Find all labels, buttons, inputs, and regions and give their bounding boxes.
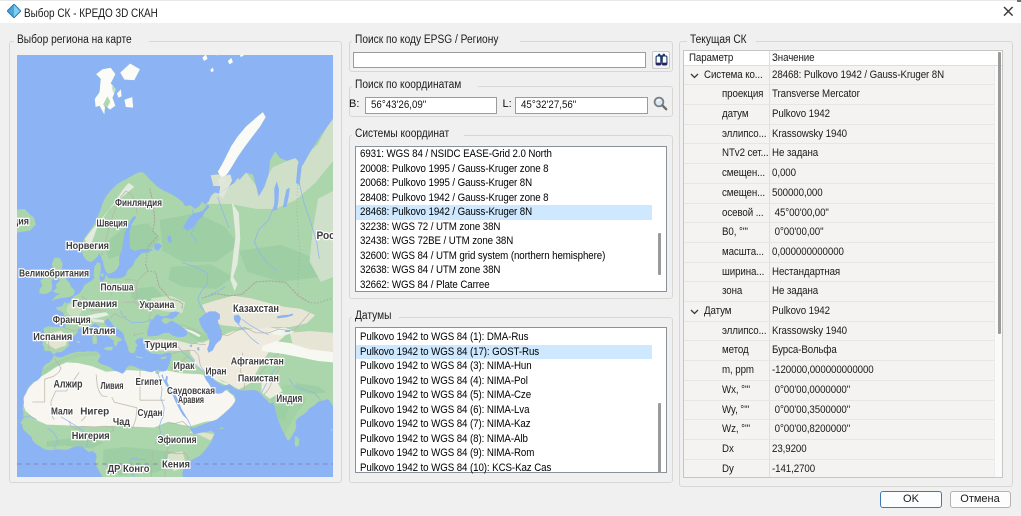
svg-text:Испания: Испания	[33, 331, 72, 343]
svg-text:Кения: Кения	[162, 459, 190, 471]
svg-text:Египет: Египет	[136, 376, 163, 388]
svg-text:Турция: Турция	[145, 339, 178, 351]
svg-text:Нигер: Нигер	[80, 406, 109, 418]
svg-text:Финляндия: Финляндия	[115, 197, 162, 209]
svg-text:Великобритания: Великобритания	[19, 268, 89, 280]
svg-text:Нигерия: Нигерия	[72, 430, 110, 442]
svg-text:Украина: Украина	[140, 299, 175, 311]
svg-text:Ливия: Ливия	[101, 380, 124, 392]
svg-text:Ирак: Ирак	[174, 360, 196, 372]
svg-text:Аравия: Аравия	[178, 394, 204, 406]
svg-text:Афганистан: Афганистан	[231, 356, 284, 368]
svg-text:Пакистан: Пакистан	[238, 373, 279, 385]
svg-text:Чад: Чад	[113, 416, 130, 428]
svg-text:Иран: Иран	[206, 366, 227, 378]
svg-text:Эфиопия: Эфиопия	[158, 434, 197, 446]
svg-text:Италия: Италия	[82, 325, 115, 337]
svg-text:Германия: Германия	[72, 298, 117, 310]
svg-text:Индия: Индия	[276, 393, 302, 405]
svg-text:Польша: Польша	[101, 281, 134, 293]
svg-text:Россия: Россия	[317, 230, 334, 242]
svg-text:Мали: Мали	[51, 406, 73, 418]
svg-text:Норвегия: Норвегия	[66, 240, 109, 252]
svg-text:Швеция: Швеция	[97, 218, 128, 230]
svg-text:Исландия: Исландия	[17, 216, 29, 228]
svg-text:ДР Конго: ДР Конго	[108, 463, 150, 475]
svg-text:Судан: Судан	[138, 407, 163, 419]
svg-text:Казахстан: Казахстан	[233, 303, 279, 315]
svg-text:Алжир: Алжир	[54, 378, 83, 390]
